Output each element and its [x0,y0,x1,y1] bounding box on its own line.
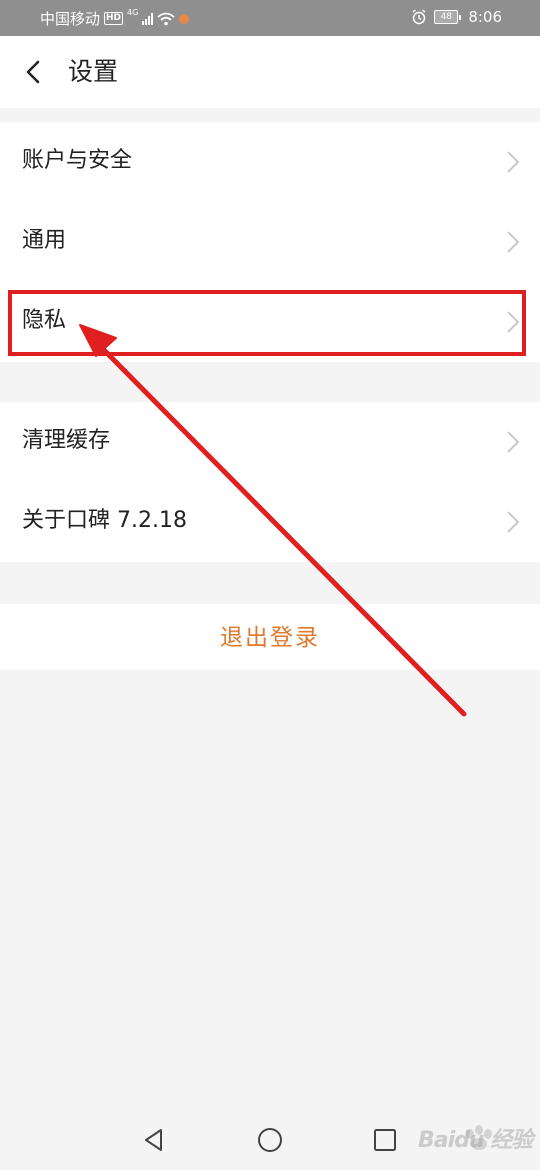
settings-group-primary: 账户与安全 通用 隐私 [0,122,540,362]
home-circle-icon[interactable] [256,1126,284,1154]
clock: 8:06 [468,8,502,26]
settings-item-privacy[interactable]: 隐私 [0,282,540,362]
settings-item-label: 清理缓存 [22,428,111,453]
watermark-text: Baidu 经验 [418,1128,533,1153]
chevron-right-icon [507,151,520,173]
settings-item-account-security[interactable]: 账户与安全 [0,122,540,202]
settings-item-label: 关于口碑 7.2.18 [22,508,187,533]
status-bar: 中国移动 HD 4G 48 8:06 [0,0,540,36]
settings-item-general[interactable]: 通用 [0,202,540,282]
notification-dot-icon [179,13,190,24]
settings-item-label: 通用 [22,228,67,253]
settings-group-secondary: 清理缓存 关于口碑 7.2.18 [0,402,540,562]
wifi-icon [157,12,175,25]
logout-button[interactable]: 退出登录 [0,604,540,670]
header: 设置 [0,36,540,108]
hd-badge: HD [104,12,124,25]
carrier-name: 中国移动 [40,10,101,28]
settings-item-label: 账户与安全 [22,148,133,173]
chevron-right-icon [507,311,520,333]
status-left: 中国移动 HD 4G [40,8,190,29]
chevron-right-icon [507,231,520,253]
chevron-left-icon[interactable] [20,58,48,86]
status-right: 48 8:06 [411,8,502,26]
back-triangle-icon[interactable] [140,1126,168,1154]
recents-square-icon[interactable] [371,1126,399,1154]
settings-item-label: 隐私 [22,308,67,333]
settings-item-about[interactable]: 关于口碑 7.2.18 [0,482,540,562]
settings-item-clear-cache[interactable]: 清理缓存 [0,402,540,482]
page-title: 设置 [68,57,119,86]
battery-level: 48 [434,10,459,24]
chevron-right-icon [507,431,520,453]
chevron-right-icon [507,511,520,533]
network-type: 4G [127,8,139,17]
signal-icon [142,12,154,25]
logout-label: 退出登录 [220,625,320,651]
battery-icon: 48 [434,10,462,24]
alarm-icon [412,9,426,25]
